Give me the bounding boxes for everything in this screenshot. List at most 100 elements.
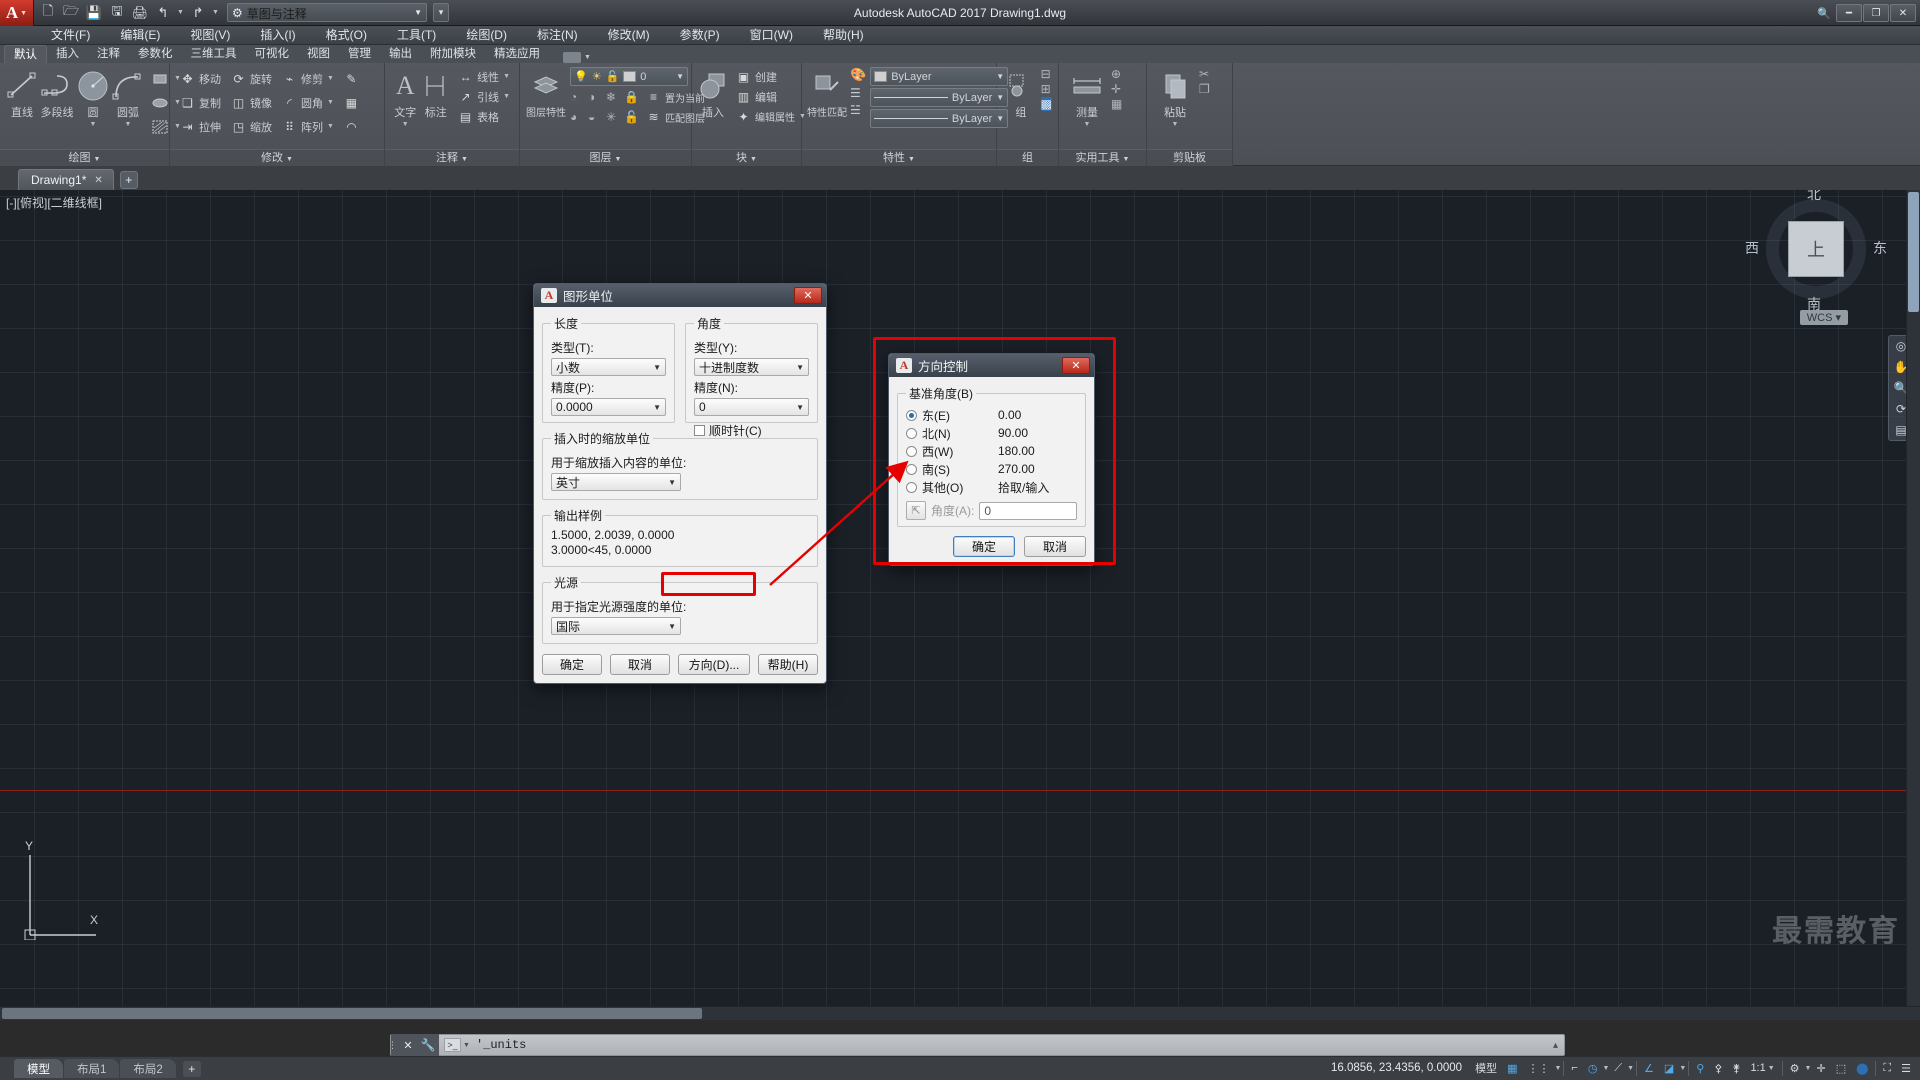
radio-east-row[interactable]: 东(E) 0.00 bbox=[906, 406, 1077, 424]
vertical-scrollbar[interactable] bbox=[1906, 190, 1920, 1020]
ok-button[interactable]: 确定 bbox=[542, 654, 602, 675]
ribbon-tab-output[interactable]: 输出 bbox=[380, 45, 421, 63]
command-line-grip[interactable]: ⋮⋮ bbox=[388, 1034, 404, 1056]
showmotion-icon[interactable]: ▤ bbox=[1895, 423, 1906, 437]
chevron-down-icon[interactable]: ▼ bbox=[750, 156, 757, 163]
tool-group[interactable]: 组 bbox=[1003, 67, 1039, 120]
menu-item-file[interactable]: 文件(F) bbox=[36, 26, 105, 45]
group-edit-icon[interactable]: ⊞ bbox=[1041, 82, 1052, 96]
tool-leader[interactable]: ↗ 引线 ▼ bbox=[454, 87, 513, 106]
tool-hatch[interactable] bbox=[148, 117, 171, 136]
workspace-switch-icon[interactable]: ⚙ bbox=[1785, 1056, 1805, 1080]
horizontal-scrollbar[interactable] bbox=[0, 1006, 1920, 1020]
radio-south[interactable] bbox=[906, 463, 917, 475]
ribbon-tab-view[interactable]: 视图 bbox=[298, 45, 339, 63]
view-cube-east-label[interactable]: 东 bbox=[1873, 238, 1887, 258]
menu-item-parametric[interactable]: 参数(P) bbox=[665, 26, 735, 45]
fullscreen-icon[interactable]: ⛶ bbox=[1878, 1056, 1896, 1080]
save-icon[interactable]: 💾 bbox=[84, 3, 104, 23]
tool-dimension[interactable]: 标注 bbox=[422, 67, 451, 120]
tool-arc[interactable]: 圆弧 ▼ bbox=[112, 67, 144, 128]
ribbon-tab-insert[interactable]: 插入 bbox=[47, 45, 88, 63]
close-icon[interactable]: ✕ bbox=[1062, 357, 1090, 374]
ribbon-minimize-control[interactable]: ▼ bbox=[563, 52, 591, 63]
tool-measure[interactable]: 测量 ▼ bbox=[1065, 67, 1109, 128]
print-icon[interactable]: 🖨 bbox=[130, 3, 150, 23]
radio-west-row[interactable]: 西(W) 180.00 bbox=[906, 442, 1077, 460]
checkbox-box[interactable] bbox=[694, 425, 705, 436]
property-color-selector[interactable]: ByLayer ▼ bbox=[870, 67, 1009, 86]
horizontal-scrollbar-thumb[interactable] bbox=[2, 1008, 702, 1019]
chevron-down-icon[interactable]: ▼ bbox=[615, 156, 622, 163]
chevron-down-icon[interactable]: ▼ bbox=[327, 75, 334, 82]
tool-offset[interactable]: ◠ bbox=[340, 117, 363, 136]
cancel-button[interactable]: 取消 bbox=[1024, 536, 1086, 557]
menu-item-dimension[interactable]: 标注(N) bbox=[522, 26, 593, 45]
close-icon[interactable]: ✕ bbox=[794, 287, 822, 304]
tool-layer-properties[interactable]: 图层特性 bbox=[526, 67, 566, 119]
ribbon-tab-addins[interactable]: 附加模块 bbox=[421, 45, 485, 63]
qat-customize-button[interactable]: ▾ bbox=[433, 3, 449, 22]
steering-wheel-icon[interactable]: ◎ bbox=[1896, 339, 1906, 353]
chevron-down-icon[interactable]: ▼ bbox=[94, 156, 101, 163]
tool-copy[interactable]: ❏ 复制 bbox=[176, 93, 224, 112]
menu-item-format[interactable]: 格式(O) bbox=[311, 26, 382, 45]
tool-scale[interactable]: ◳ 缩放 bbox=[227, 117, 275, 136]
tool-array[interactable]: ⠿ 阵列 ▼ bbox=[278, 117, 337, 136]
tool-table[interactable]: ▤ 表格 bbox=[454, 107, 513, 126]
menu-item-window[interactable]: 窗口(W) bbox=[735, 26, 808, 45]
viewport-controls-label[interactable]: [-][俯视][二维线框] bbox=[6, 194, 102, 211]
chevron-down-icon[interactable]: ▼ bbox=[463, 1042, 470, 1049]
ribbon-tab-featured-apps[interactable]: 精选应用 bbox=[485, 45, 549, 63]
tool-linear-dim[interactable]: ↔ 线性 ▼ bbox=[454, 67, 513, 86]
view-cube-west-label[interactable]: 西 bbox=[1745, 238, 1759, 258]
angle-precision-select[interactable]: 0 ▼ bbox=[694, 398, 809, 416]
new-file-tab-button[interactable]: + bbox=[119, 171, 138, 189]
view-cube[interactable]: 上 北 南 西 东 bbox=[1745, 190, 1887, 312]
layout-tab-layout1[interactable]: 布局1 bbox=[64, 1059, 120, 1078]
chevron-down-icon[interactable]: ▼ bbox=[1554, 1065, 1561, 1072]
cancel-button[interactable]: 取消 bbox=[610, 654, 670, 675]
drawing-units-dialog[interactable]: A 图形单位 ✕ 长度 类型(T): 小数 ▼ 精度(P): 0.0000 ▼ bbox=[533, 283, 827, 684]
menu-item-view[interactable]: 视图(V) bbox=[175, 26, 245, 45]
bulb-icon[interactable]: 💡 bbox=[574, 70, 588, 83]
status-model-space[interactable]: 模型 bbox=[1470, 1056, 1502, 1080]
chevron-down-icon[interactable]: ▼ bbox=[503, 93, 510, 100]
radio-east[interactable] bbox=[906, 409, 917, 421]
menu-item-edit[interactable]: 编辑(E) bbox=[105, 26, 175, 45]
ucs-dropdown-button[interactable]: WCS ▾ bbox=[1799, 310, 1848, 325]
layer-on-icon[interactable]: ◕ bbox=[570, 110, 585, 124]
cut-icon[interactable]: ✂ bbox=[1199, 67, 1210, 81]
new-icon[interactable]: 🗋 bbox=[38, 3, 58, 23]
menu-item-modify[interactable]: 修改(M) bbox=[593, 26, 665, 45]
chevron-down-icon[interactable]: ▼ bbox=[286, 156, 293, 163]
drawing-canvas[interactable]: [-][俯视][二维线框] Y X 上 北 南 西 东 WCS ▾ ◎ ✋ 🔍 … bbox=[0, 190, 1920, 1020]
chevron-down-icon[interactable]: ▼ bbox=[1627, 1065, 1634, 1072]
osnap-icon[interactable]: ⟋ bbox=[1609, 1056, 1627, 1080]
length-type-select[interactable]: 小数 ▼ bbox=[551, 358, 666, 376]
open-icon[interactable]: 🗁 bbox=[61, 3, 81, 23]
tool-array3d[interactable]: ▦ bbox=[340, 93, 363, 112]
tool-edit-block[interactable]: ▥ 编辑 bbox=[732, 87, 809, 106]
chevron-down-icon[interactable]: ▼ bbox=[327, 99, 334, 106]
redo-icon[interactable]: ↱ bbox=[188, 3, 208, 23]
radio-other[interactable] bbox=[906, 481, 917, 493]
restore-button[interactable]: ❐ bbox=[1863, 4, 1889, 22]
tool-insert-block[interactable]: 插入 bbox=[698, 67, 728, 120]
layer-isolate-icon[interactable]: ◑ bbox=[588, 90, 603, 104]
ribbon-tab-annotate[interactable]: 注释 bbox=[88, 45, 129, 63]
isolate-objects-icon[interactable]: ⬚ bbox=[1831, 1056, 1851, 1080]
tool-trim[interactable]: ⌁ 修剪 ▼ bbox=[278, 69, 337, 88]
layer-color-swatch[interactable] bbox=[623, 71, 637, 82]
close-icon[interactable]: ✕ bbox=[94, 175, 102, 186]
dynamic-ucs-icon[interactable]: ◪ bbox=[1659, 1056, 1679, 1080]
menu-item-help[interactable]: 帮助(H) bbox=[808, 26, 879, 45]
direction-button[interactable]: 方向(D)... bbox=[678, 654, 750, 675]
command-input[interactable]: '_units bbox=[476, 1038, 526, 1052]
ortho-icon[interactable]: ⌐ bbox=[1566, 1056, 1582, 1080]
close-icon[interactable]: ✕ bbox=[399, 1034, 417, 1056]
property-linetype-selector[interactable]: ByLayer ▼ bbox=[870, 88, 1009, 107]
tool-move[interactable]: ✥ 移动 bbox=[176, 69, 224, 88]
redo-dropdown-icon[interactable]: ▼ bbox=[211, 9, 220, 16]
new-layout-button[interactable]: + bbox=[182, 1060, 201, 1077]
